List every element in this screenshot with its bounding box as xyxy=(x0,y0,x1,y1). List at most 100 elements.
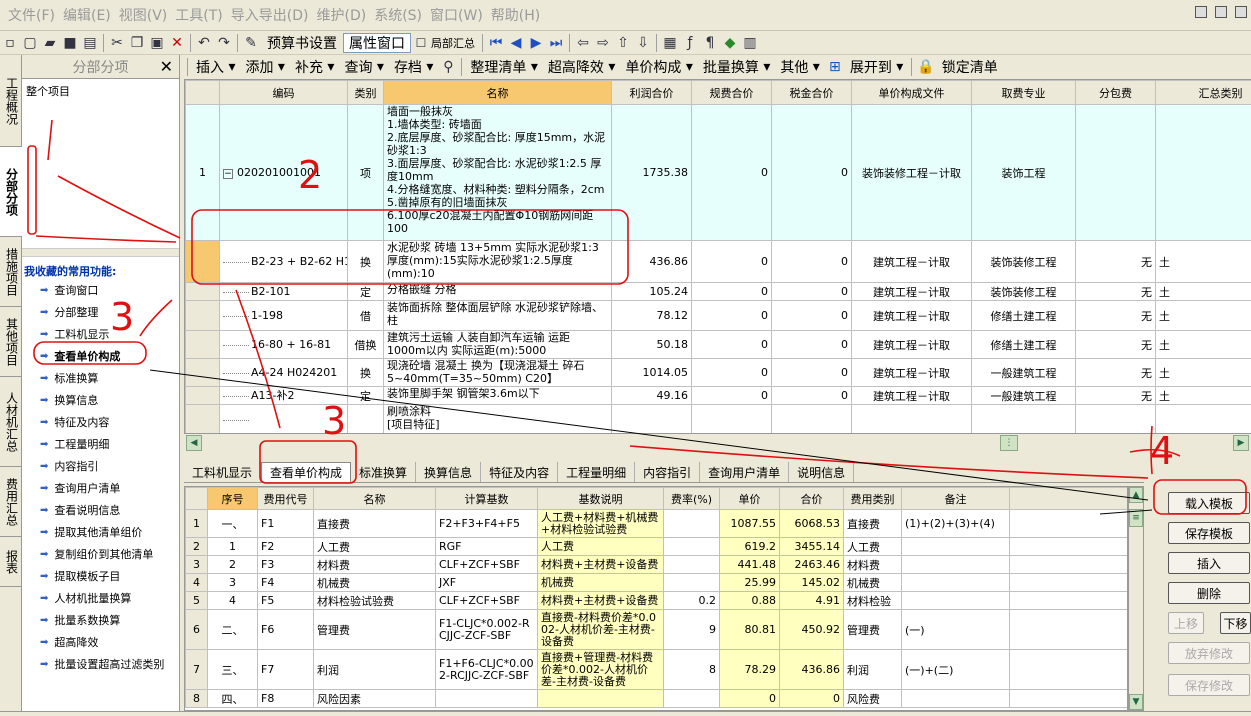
header-cell[interactable]: 费率(%) xyxy=(663,487,720,510)
desc-cell[interactable]: 人工费+材料费+机械费+材料检验试验费 xyxy=(537,509,664,538)
major-cell[interactable]: 修缮土建工程 xyxy=(971,330,1076,359)
seq-cell[interactable]: 三、 xyxy=(207,649,258,690)
table-row[interactable]: 1-198 借装饰面拆除 整体面层铲除 水泥砂浆铲除墙、柱 78.12 0 0 建筑工程－… xyxy=(185,300,1251,331)
next-icon[interactable]: ▶ xyxy=(526,33,546,53)
save-changes-button[interactable]: 保存修改 xyxy=(1168,674,1250,696)
seq-cell[interactable]: 二、 xyxy=(207,609,258,650)
type-cell[interactable]: 借换 xyxy=(347,330,384,359)
table-row[interactable]: 8 四、 F8 风险因素 0 0 风险费 xyxy=(185,689,1127,708)
desc-cell[interactable]: 直接费-材料费价差*0.002-人材机价差-主材费-设备费 xyxy=(537,609,664,650)
detail-tab[interactable]: 工程量明细 xyxy=(558,462,636,482)
base-cell[interactable]: F2+F3+F4+F5 xyxy=(435,509,538,538)
name-cell[interactable]: 装饰面拆除 整体面层铲除 水泥砂浆铲除墙、柱 xyxy=(383,300,612,331)
sub-cell[interactable]: 无 xyxy=(1075,330,1156,359)
seq-cell[interactable]: 四、 xyxy=(207,689,258,708)
fee-cell[interactable]: 0 xyxy=(691,300,772,331)
file-cell[interactable] xyxy=(851,404,972,433)
rate-cell[interactable]: 9 xyxy=(663,609,720,650)
code-cell[interactable]: F6 xyxy=(257,609,314,650)
scroll-right-icon[interactable]: ▶ xyxy=(1233,435,1249,451)
menu-maintain[interactable]: 维护(D) xyxy=(316,5,366,25)
name-cell[interactable]: 现浇砼墙 混凝土 换为【现浇混凝土 碎石5~40mm(T=35~50mm) C2… xyxy=(383,358,612,387)
paragraph-icon[interactable]: ¶ xyxy=(700,33,720,53)
name-cell[interactable]: 机械费 xyxy=(313,573,436,592)
note-cell[interactable] xyxy=(901,537,1010,556)
header-cell[interactable]: 汇总类别 xyxy=(1155,80,1251,105)
favorite-item[interactable]: ➡ 复制组价到其他清单 xyxy=(22,543,179,565)
close-icon[interactable] xyxy=(1235,6,1247,18)
header-cell[interactable]: 利润合价 xyxy=(611,80,692,105)
header-cell[interactable]: 类别 xyxy=(347,80,384,105)
base-cell[interactable]: CLF+ZCF+SBF xyxy=(435,591,538,610)
file-cell[interactable]: 建筑工程－计取 xyxy=(851,240,972,283)
profit-cell[interactable]: 1735.38 xyxy=(611,104,692,241)
name-cell[interactable]: 风险因素 xyxy=(313,689,436,708)
cat-cell[interactable]: 材料费 xyxy=(843,555,902,574)
total-cell[interactable]: 0 xyxy=(779,689,844,708)
header-cell[interactable]: 费用类别 xyxy=(843,487,902,510)
scroll-left-icon[interactable]: ◀ xyxy=(186,435,202,451)
name-cell[interactable]: 材料费 xyxy=(313,555,436,574)
row-number[interactable]: 2 xyxy=(185,537,208,556)
cat-cell[interactable]: 土 xyxy=(1155,240,1251,283)
cat-cell[interactable]: 机械费 xyxy=(843,573,902,592)
add-button[interactable]: 添加 ▾ xyxy=(240,57,289,77)
desc-cell[interactable] xyxy=(537,689,664,708)
tree-root[interactable]: 整个项目 xyxy=(26,83,175,99)
major-cell[interactable]: 装饰装修工程 xyxy=(971,240,1076,283)
paste-icon[interactable]: ▣ xyxy=(147,33,167,53)
code-cell[interactable]: −020201001001 xyxy=(219,104,348,241)
fee-cell[interactable] xyxy=(691,404,772,433)
base-cell[interactable]: JXF xyxy=(435,573,538,592)
tax-cell[interactable]: 0 xyxy=(771,282,852,301)
major-cell[interactable]: 装饰工程 xyxy=(971,104,1076,241)
price-cell[interactable]: 78.29 xyxy=(719,649,780,690)
fee-cell[interactable]: 0 xyxy=(691,358,772,387)
table-row[interactable]: 16-80 + 16-81 借换 建筑污土运输 人装自卸汽车运输 运距 1000m以… xyxy=(185,330,1251,359)
favorite-item[interactable]: ➡ 内容指引 xyxy=(22,455,179,477)
tax-cell[interactable]: 0 xyxy=(771,300,852,331)
scroll-thumb[interactable]: ≡ xyxy=(1129,509,1143,527)
collapse-icon[interactable]: − xyxy=(223,169,233,179)
header-cell[interactable]: 名称 xyxy=(383,80,612,105)
cat-cell[interactable]: 风险费 xyxy=(843,689,902,708)
tax-cell[interactable]: 0 xyxy=(771,240,852,283)
cat-cell[interactable]: 土 xyxy=(1155,386,1251,405)
cat-cell[interactable]: 管理费 xyxy=(843,609,902,650)
type-cell[interactable]: 换 xyxy=(347,240,384,283)
detail-tab[interactable]: 换算信息 xyxy=(416,462,482,482)
note-cell[interactable]: (一)+(二) xyxy=(901,649,1010,690)
fee-cell[interactable]: 0 xyxy=(691,282,772,301)
name-cell[interactable]: 人工费 xyxy=(313,537,436,556)
note-cell[interactable] xyxy=(901,573,1010,592)
note-cell[interactable] xyxy=(901,591,1010,610)
table-row[interactable]: 2 1 F2 人工费 RGF 人工费 619.2 3455.14 人工费 xyxy=(185,537,1127,556)
table-row[interactable]: 3 2 F3 材料费 CLF+ZCF+SBF 材料费+主材费+设备费 441.48 2463.… xyxy=(185,555,1127,574)
arrow-left-icon[interactable]: ⇦ xyxy=(573,33,593,53)
header-cell[interactable]: 取费专业 xyxy=(971,80,1076,105)
seq-cell[interactable]: 2 xyxy=(207,555,258,574)
name-cell[interactable]: 分格嵌缝 分格 xyxy=(383,282,612,301)
detail-tab[interactable]: 标准换算 xyxy=(351,462,417,482)
type-cell[interactable]: 定 xyxy=(347,282,384,301)
rate-cell[interactable] xyxy=(663,689,720,708)
scroll-thumb[interactable]: ⋮ xyxy=(1000,435,1018,451)
fee-cell[interactable]: 0 xyxy=(691,330,772,359)
formula-icon[interactable]: ƒ xyxy=(680,33,700,53)
tax-cell[interactable]: 0 xyxy=(771,386,852,405)
arrow-up-icon[interactable]: ⇧ xyxy=(613,33,633,53)
table-row[interactable]: 5 4 F5 材料检验试验费 CLF+ZCF+SBF 材料费+主材费+设备费 0.2 0.88… xyxy=(185,591,1127,610)
name-cell[interactable]: 建筑污土运输 人装自卸汽车运输 运距 1000m以内 实际运距(m):5000 xyxy=(383,330,612,359)
batch-convert-button[interactable]: 批量换算 ▾ xyxy=(698,57,775,77)
row-number[interactable] xyxy=(185,404,220,433)
file-cell[interactable]: 建筑工程－计取 xyxy=(851,282,972,301)
header-cell[interactable]: 规费合价 xyxy=(691,80,772,105)
delete-icon[interactable]: ✕ xyxy=(167,33,187,53)
insert-button[interactable]: 插入 ▾ xyxy=(191,57,240,77)
cat-cell[interactable] xyxy=(1155,104,1251,241)
profit-cell[interactable]: 436.86 xyxy=(611,240,692,283)
seq-cell[interactable]: 4 xyxy=(207,591,258,610)
sub-cell[interactable]: 无 xyxy=(1075,240,1156,283)
table-row[interactable]: B2-101 定分格嵌缝 分格 105.24 0 0 建筑工程－计取 装饰装修工程无土 xyxy=(185,282,1251,301)
profit-cell[interactable]: 78.12 xyxy=(611,300,692,331)
